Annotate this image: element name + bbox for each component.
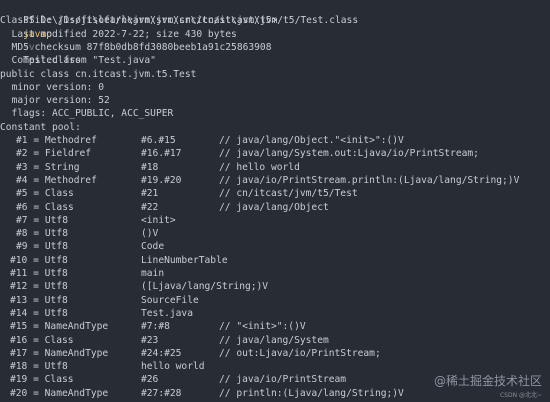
constant-pool-value: #7:#8 — [141, 321, 170, 333]
minor-version-line: minor version: 0 — [0, 81, 104, 93]
constant-pool-index-type: #2 = Fieldref — [16, 148, 92, 160]
constant-pool-index-type: #4 = Methodref — [16, 174, 97, 186]
constant-pool-index-type: #20 = NameAndType — [10, 387, 109, 399]
constant-pool-row: #12 = Utf8 ([Ljava/lang/String;)V — [0, 280, 550, 293]
compiled-from-line: Compiled from "Test.java" — [0, 55, 156, 67]
constant-pool-comment: // java/io/PrintStream.println:(Ljava/la… — [219, 174, 520, 186]
constant-pool-index-type: #5 = Class — [16, 188, 74, 200]
constant-pool-value: #6.#15 — [141, 135, 176, 146]
constant-pool-index-type: #18 = Utf8 — [10, 361, 68, 373]
constant-pool-index-type: #9 = Utf8 — [16, 241, 68, 253]
constant-pool-index-type: #19 = Class — [10, 374, 74, 386]
constant-pool-row: #4 = Methodref #19.#20 // java/io/PrintStr… — [0, 174, 550, 187]
constant-pool-comment: // java/io/PrintStream — [219, 374, 347, 386]
constant-pool-index-type: #17 = NameAndType — [10, 347, 109, 359]
constant-pool-heading: Constant pool: — [0, 121, 81, 133]
constant-pool-row: #13 = Utf8 SourceFile — [0, 294, 550, 307]
constant-pool-row: #15 = NameAndType #7:#8 // "<init>":()V — [0, 320, 550, 333]
constant-pool-index-type: #12 = Utf8 — [10, 281, 68, 293]
flags-line: flags: ACC_PUBLIC, ACC_SUPER — [0, 108, 174, 120]
constant-pool-value: #26 — [141, 374, 159, 386]
constant-pool-row: #1 = Methodref #6.#15 // java/lang/Object.… — [0, 134, 550, 147]
constant-pool-value: ()V — [141, 228, 159, 240]
terminal-window[interactable]: PS D:\jisoft\learn\jvm\src\cn\itcast\jvm… — [0, 0, 550, 402]
constant-pool-index-type: #11 = Utf8 — [10, 268, 68, 279]
constant-pool-index-type: #14 = Utf8 — [10, 307, 68, 319]
constant-pool-comment: // println:(Ljava/lang/String;)V — [219, 387, 404, 399]
constant-pool-value: main — [141, 268, 165, 279]
constant-pool-comment: // "<init>":()V — [219, 321, 306, 333]
constant-pool-value: #22 — [141, 201, 159, 213]
constant-pool-index-type: #13 = Utf8 — [10, 294, 68, 306]
constant-pool-row: #10 = Utf8 LineNumberTable — [0, 254, 550, 267]
classfile-line: Classfile /D:/jisoft/learn/jvm/src/cn/it… — [0, 15, 359, 27]
constant-pool-index-type: #1 = Methodref — [16, 135, 97, 146]
constant-pool-row: #16 = Class #23 // java/lang/System — [0, 334, 550, 347]
constant-pool-comment: // java/lang/System.out:Ljava/io/PrintSt… — [219, 148, 479, 160]
constant-pool-value: ([Ljava/lang/String;)V — [141, 281, 269, 293]
constant-pool-value: #16.#17 — [141, 148, 182, 160]
constant-pool-value: #21 — [141, 188, 159, 200]
constant-pool-row: #8 = Utf8 ()V — [0, 227, 550, 240]
constant-pool-index-type: #6 = Class — [16, 201, 74, 213]
constant-pool-row: #11 = Utf8 main — [0, 267, 550, 280]
class-declaration-line: public class cn.itcast.jvm.t5.Test — [0, 68, 197, 80]
constant-pool-index-type: #10 = Utf8 — [10, 254, 68, 266]
watermark-juejin: @稀土掘金技术社区 — [433, 374, 542, 388]
constant-pool-index-type: #15 = NameAndType — [10, 321, 109, 333]
constant-pool-comment: // out:Ljava/io/PrintStream; — [219, 347, 381, 359]
constant-pool-row: #6 = Class #22 // java/lang/Object — [0, 201, 550, 214]
constant-pool-value: SourceFile — [141, 294, 199, 306]
md5-line: MD5 checksum 87f8b0db8fd3080beeb1a91c258… — [0, 41, 272, 53]
constant-pool-row: #9 = Utf8 Code — [0, 240, 550, 253]
constant-pool-row: #7 = Utf8 <init> — [0, 214, 550, 227]
constant-pool-row: #2 = Fieldref #16.#17 // java/lang/System.… — [0, 147, 550, 160]
constant-pool-index-type: #7 = Utf8 — [16, 214, 68, 226]
constant-pool-value: #27:#28 — [141, 387, 182, 399]
constant-pool-value: #19.#20 — [141, 174, 182, 186]
constant-pool-comment: // java/lang/Object."<init>":()V — [219, 135, 404, 146]
constant-pool-index-type: #3 = String — [16, 161, 80, 173]
constant-pool-row: #14 = Utf8 Test.java — [0, 307, 550, 320]
constant-pool-row: #5 = Class #21 // cn/itcast/jvm/t5/Test — [0, 187, 550, 200]
constant-pool-value: #18 — [141, 161, 159, 173]
constant-pool-value: #24:#25 — [141, 347, 182, 359]
constant-pool-value: <init> — [141, 214, 176, 226]
prompt-line: PS D:\jisoft\learn\jvm\src\cn\itcast\jvm… — [0, 1, 277, 66]
constant-pool-row: #17 = NameAndType #24:#25 // out:Ljava/io/… — [0, 347, 550, 360]
constant-pool-comment: // java/lang/System — [219, 334, 329, 346]
constant-pool-value: hello world — [141, 361, 205, 373]
constant-pool-row: #3 = String #18 // hello world — [0, 161, 550, 174]
major-version-line: major version: 52 — [0, 95, 110, 107]
constant-pool-index-type: #16 = Class — [10, 334, 74, 346]
constant-pool-index-type: #8 = Utf8 — [16, 228, 68, 240]
constant-pool-comment: // cn/itcast/jvm/t5/Test — [219, 188, 358, 200]
constant-pool-value: Test.java — [141, 307, 193, 319]
constant-pool-value: #23 — [141, 334, 159, 346]
watermark-csdn: CSDN @北北~ — [499, 392, 542, 399]
last-modified-line: Last modified 2022-7-22; size 430 bytes — [0, 28, 237, 40]
constant-pool-comment: // java/lang/Object — [219, 201, 329, 213]
constant-pool-value: LineNumberTable — [141, 254, 228, 266]
constant-pool-comment: // hello world — [219, 161, 300, 173]
constant-pool-value: Code — [141, 241, 165, 253]
